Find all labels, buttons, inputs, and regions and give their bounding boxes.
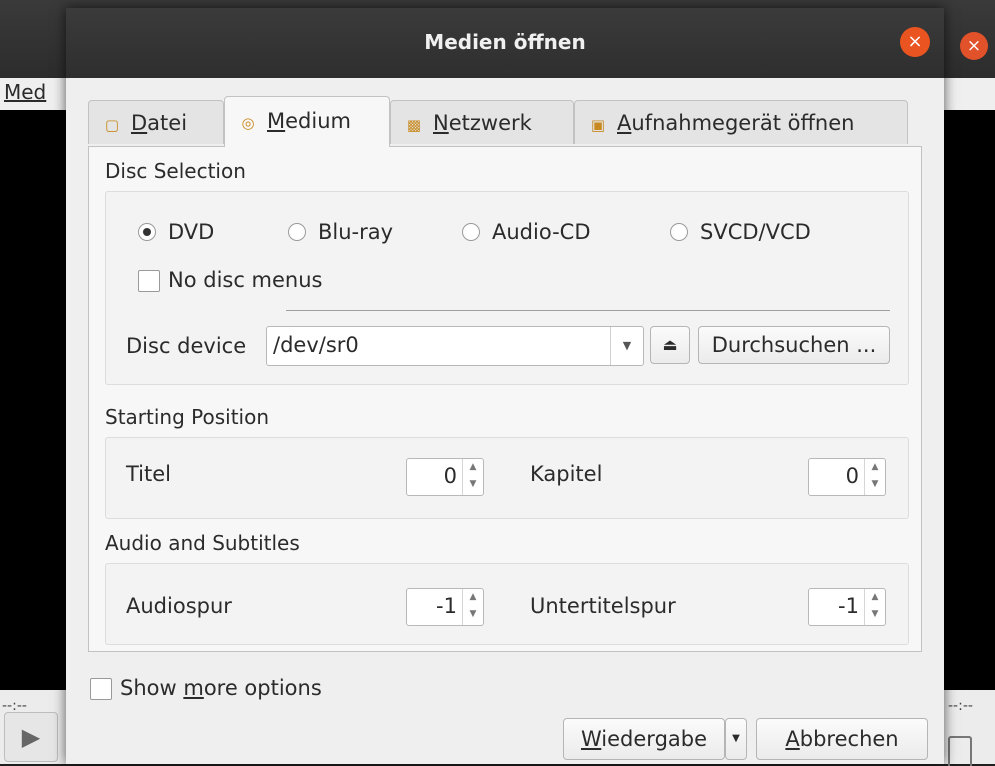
- starting-position-heading: Starting Position: [105, 405, 270, 429]
- disc-selection-group: DVD Blu-ray Audio-CD SVCD/VCD No disc me…: [105, 191, 909, 385]
- network-icon: ▩: [406, 116, 422, 134]
- tab-capture-device[interactable]: ▣ Aufnahmegerät öffnen: [574, 100, 908, 144]
- disc-device-label: Disc device: [126, 334, 247, 358]
- separator: [286, 310, 890, 311]
- tab-file[interactable]: ▢ Datei: [88, 100, 224, 144]
- menu-media[interactable]: Med: [4, 80, 46, 104]
- radio-audio-cd-circle: [462, 223, 480, 241]
- radio-dvd-label: DVD: [168, 220, 215, 244]
- audio-subtitles-group: Audiospur -1 ▲ ▼ Untertitelspur -1 ▲ ▼: [105, 563, 909, 645]
- spin-arrows-icon[interactable]: ▲ ▼: [462, 589, 483, 625]
- fullscreen-icon[interactable]: [948, 736, 972, 766]
- radio-dot: [143, 228, 151, 236]
- chevron-down-icon: ▼: [732, 733, 740, 744]
- radio-dvd-circle: [138, 223, 156, 241]
- radio-audio-cd-label: Audio-CD: [492, 220, 591, 244]
- eject-icon: ⏏: [662, 335, 678, 354]
- spin-arrows-icon[interactable]: ▲ ▼: [864, 589, 885, 625]
- audio-subtitles-heading: Audio and Subtitles: [105, 531, 300, 555]
- spin-arrows-icon[interactable]: ▲ ▼: [864, 459, 885, 495]
- tab-network[interactable]: ▩ Netzwerk: [390, 100, 574, 144]
- radio-bluray-circle: [288, 223, 306, 241]
- radio-svcd-vcd-label: SVCD/VCD: [700, 220, 811, 244]
- play-button[interactable]: Wiedergabe: [563, 718, 725, 760]
- cancel-button[interactable]: Abbrechen: [756, 718, 928, 760]
- show-more-options-checkbox[interactable]: [90, 678, 112, 700]
- subtitle-track-label: Untertitelspur: [530, 594, 676, 618]
- eject-button[interactable]: ⏏: [650, 326, 690, 364]
- file-icon: ▢: [104, 116, 120, 134]
- no-disc-menus-checkbox[interactable]: [138, 270, 160, 292]
- disc-tab-panel: Disc Selection DVD Blu-ray Audio-CD SVCD…: [88, 146, 922, 652]
- title-value: 0: [443, 464, 457, 488]
- title-spinbox[interactable]: 0 ▲ ▼: [406, 458, 484, 496]
- audio-track-label: Audiospur: [126, 594, 232, 618]
- chapter-value: 0: [845, 464, 859, 488]
- show-more-options-label: Show more options: [120, 676, 322, 700]
- audio-track-value: -1: [436, 594, 457, 618]
- chapter-spinbox[interactable]: 0 ▲ ▼: [808, 458, 886, 496]
- capture-device-icon: ▣: [590, 116, 606, 134]
- audio-track-spinbox[interactable]: -1 ▲ ▼: [406, 588, 484, 626]
- dialog-titlebar: Medien öffnen ×: [66, 8, 944, 78]
- disc-icon: ◎: [241, 114, 255, 132]
- play-icon[interactable]: ▶: [4, 712, 58, 762]
- radio-svcd-vcd-circle: [670, 223, 688, 241]
- spin-arrows-icon[interactable]: ▲ ▼: [462, 459, 483, 495]
- disc-device-value: /dev/sr0: [273, 333, 359, 357]
- disc-selection-heading: Disc Selection: [105, 159, 246, 183]
- play-options-dropdown[interactable]: ▼: [725, 718, 747, 760]
- dialog-title: Medien öffnen: [424, 30, 586, 54]
- main-window-close-icon[interactable]: ×: [960, 32, 988, 60]
- open-media-dialog: Medien öffnen × ▢ Datei ◎ Medium ▩ Netzwerk…: [66, 8, 944, 764]
- chevron-down-icon[interactable]: ▼: [610, 327, 643, 365]
- tab-disc[interactable]: ◎ Medium: [224, 96, 390, 147]
- subtitle-track-spinbox[interactable]: -1 ▲ ▼: [808, 588, 886, 626]
- title-label: Titel: [126, 462, 172, 486]
- radio-bluray-label: Blu-ray: [318, 220, 394, 244]
- dialog-close-icon[interactable]: ×: [900, 27, 930, 57]
- disc-device-combo[interactable]: /dev/sr0 ▼: [266, 326, 644, 366]
- subtitle-track-value: -1: [838, 594, 859, 618]
- no-disc-menus-label: No disc menus: [168, 268, 323, 292]
- starting-position-group: Titel 0 ▲ ▼ Kapitel 0 ▲ ▼: [105, 437, 909, 519]
- browse-button[interactable]: Durchsuchen ...: [698, 326, 890, 364]
- chapter-label: Kapitel: [530, 462, 603, 486]
- total-time: --:--: [948, 698, 973, 714]
